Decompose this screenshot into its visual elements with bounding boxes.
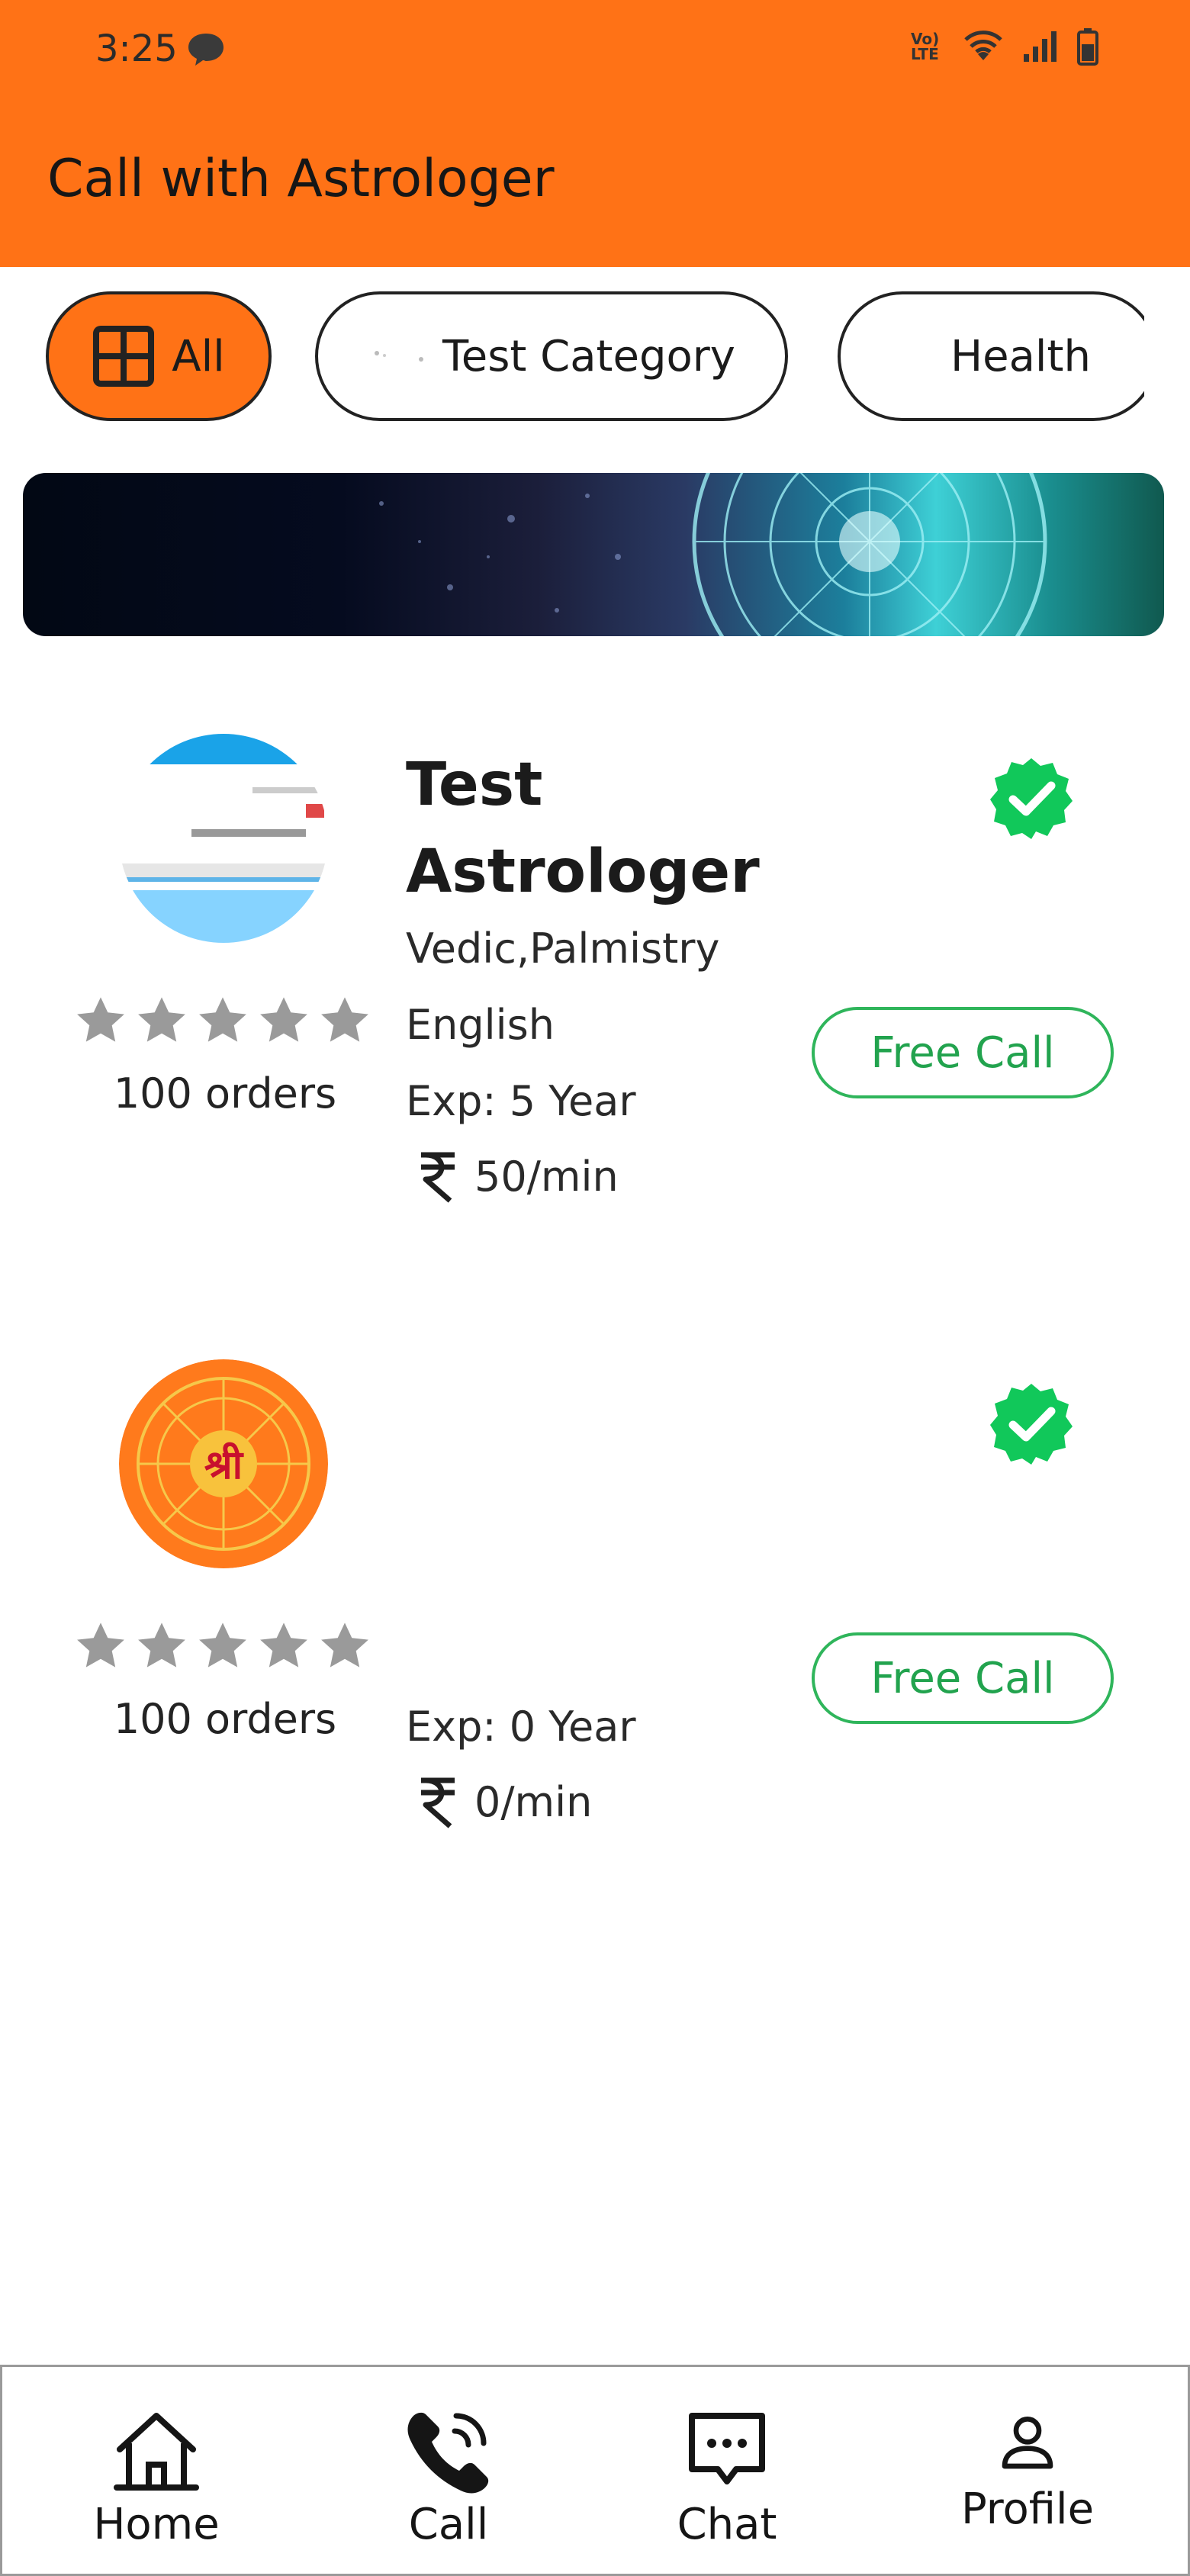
nav-item-profile[interactable]: Profile <box>913 2405 1142 2534</box>
astrologer-skills: Vedic,Palmistry <box>406 925 720 973</box>
battery-icon <box>1077 28 1098 66</box>
astrologer-price: 0/min <box>406 1774 592 1829</box>
star-icon <box>260 1622 307 1667</box>
rating-stars <box>73 993 372 1054</box>
zodiac-wheel-image <box>379 473 1047 636</box>
nav-label: Home <box>93 2500 220 2549</box>
astrologer-experience: Exp: 5 Year <box>406 1077 636 1125</box>
star-icon <box>138 1622 185 1667</box>
category-chip-label: All <box>172 331 225 381</box>
verified-badge-icon <box>990 1384 1073 1465</box>
star-icon <box>138 997 185 1042</box>
star-icon <box>260 997 307 1042</box>
star-icon <box>77 997 124 1042</box>
astrologer-price: 50/min <box>406 1149 619 1204</box>
star-icon <box>321 1622 368 1667</box>
free-call-button[interactable]: Free Call <box>812 1632 1114 1724</box>
star-icon <box>321 997 368 1042</box>
price-value: 50/min <box>474 1152 619 1201</box>
nav-item-call[interactable]: Call <box>334 2405 563 2549</box>
nav-item-home[interactable]: Home <box>42 2405 271 2549</box>
profile-icon <box>1002 2417 1053 2469</box>
status-bar: 3:25 Vo) LTE <box>0 0 1190 99</box>
nav-item-chat[interactable]: Chat <box>613 2405 841 2549</box>
bottom-navigation: Home Call Chat Profile <box>0 2365 1190 2576</box>
wifi-icon <box>964 31 1002 60</box>
astrologer-avatar <box>119 734 328 943</box>
star-icon <box>199 1622 246 1667</box>
category-chip-all[interactable]: All <box>46 291 272 421</box>
category-image <box>375 351 424 362</box>
free-call-button[interactable]: Free Call <box>812 1007 1114 1098</box>
orders-count: 100 orders <box>113 1069 337 1118</box>
rating-stars <box>73 1619 372 1680</box>
astrologer-name: Test Astrologer <box>406 751 760 906</box>
avatar-text: श्री <box>204 1442 245 1488</box>
signal-icon <box>1024 31 1057 62</box>
category-chip-test-category[interactable]: Test Category <box>315 291 788 421</box>
rupee-icon <box>421 1777 455 1828</box>
astrologer-language: English <box>406 1001 555 1049</box>
nav-label: Chat <box>677 2500 777 2549</box>
page-title: Call with Astrologer <box>47 149 555 209</box>
astrologer-card[interactable]: 100 orders Test Astrologer Vedic,Palmist… <box>0 717 1190 1251</box>
category-chip-label: Test Category <box>442 331 735 381</box>
promo-banner[interactable] <box>23 473 1164 636</box>
grid-icon <box>93 326 155 387</box>
phone-icon <box>407 2412 489 2494</box>
nav-label: Profile <box>960 2484 1095 2534</box>
message-notification-icon <box>188 34 224 66</box>
category-chip-label: Health <box>950 331 1091 381</box>
astrologer-experience: Exp: 0 Year <box>406 1703 636 1751</box>
category-chip-health[interactable]: Health <box>838 291 1144 421</box>
chat-icon <box>689 2413 765 2484</box>
star-icon <box>77 1622 124 1667</box>
star-icon <box>199 997 246 1042</box>
volte-indicator: Vo) LTE <box>911 30 940 63</box>
status-time: 3:25 <box>95 27 178 70</box>
verified-badge-icon <box>990 758 1073 839</box>
price-value: 0/min <box>474 1777 593 1826</box>
rupee-icon <box>421 1152 455 1203</box>
nav-label: Call <box>408 2500 489 2549</box>
astrologer-card[interactable]: श्री 100 orders Exp: 0 Year 0/min Free C… <box>0 1343 1190 1877</box>
category-filter-bar: All Test Category Health <box>0 291 1144 427</box>
astrologer-avatar: श्री <box>119 1359 328 1568</box>
orders-count: 100 orders <box>113 1695 337 1743</box>
status-icons: Vo) LTE <box>911 27 1098 66</box>
app-header: 3:25 Vo) LTE Call with Astrologer <box>0 0 1190 267</box>
home-icon <box>114 2413 199 2491</box>
